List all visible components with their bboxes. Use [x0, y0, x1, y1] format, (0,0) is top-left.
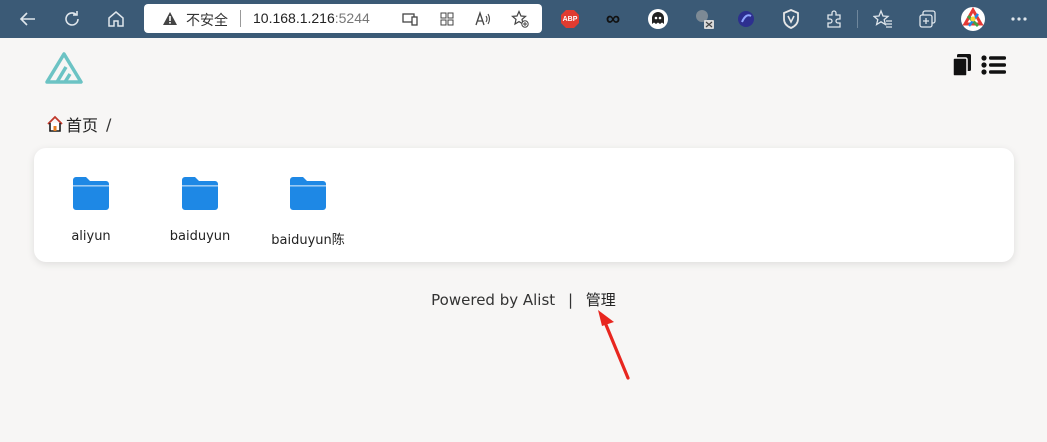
copy-icon[interactable] [952, 53, 972, 82]
folder-item[interactable]: baiduyun陈 [253, 176, 363, 248]
folder-icon [182, 177, 218, 210]
folder-name[interactable]: baiduyun陈 [253, 229, 363, 248]
abp-label: ABP [562, 15, 578, 23]
folder-icon [290, 177, 326, 210]
read-aloud-icon[interactable] [473, 9, 493, 29]
alist-logo[interactable] [45, 52, 83, 89]
url-text[interactable]: 10.168.1.216:5244 [253, 10, 370, 26]
folder-name[interactable]: aliyun [36, 229, 146, 244]
refresh-icon[interactable] [60, 7, 84, 31]
abp-icon[interactable]: ABP [558, 7, 582, 31]
tampermonkey-icon[interactable] [693, 7, 717, 31]
folder-item[interactable]: aliyun [36, 176, 146, 244]
file-list-card: aliyun baiduyun baiduyun陈 [34, 148, 1014, 262]
folder-name[interactable]: baiduyun [145, 229, 255, 244]
breadcrumb-home-link[interactable]: 首页 [66, 112, 98, 136]
home-icon[interactable] [46, 115, 64, 133]
list-view-icon[interactable] [981, 55, 1007, 80]
breadcrumb: 首页 / [46, 113, 111, 135]
collections-icon[interactable] [916, 7, 940, 31]
grid-icon[interactable] [437, 9, 457, 29]
extensions-puzzle-icon[interactable] [822, 7, 846, 31]
ghost-icon[interactable] [646, 7, 670, 31]
powered-by-link[interactable]: Powered by Alist [431, 291, 555, 309]
browser-toolbar: 不安全 10.168.1.216:5244 ABP ∞ [0, 0, 1047, 38]
url-host: 10.168.1.216 [253, 10, 335, 26]
back-arrow-icon[interactable] [16, 7, 40, 31]
url-port: :5244 [334, 10, 370, 26]
folder-item[interactable]: baiduyun [145, 176, 255, 244]
app-available-icon[interactable] [400, 9, 420, 29]
breadcrumb-separator: / [106, 114, 112, 134]
footer: Powered by Alist | 管理 [0, 289, 1047, 310]
security-label[interactable]: 不安全 [186, 10, 228, 30]
toolbar-divider [857, 10, 858, 28]
address-separator [240, 10, 241, 27]
sphere-icon[interactable] [734, 7, 758, 31]
profile-avatar-icon[interactable] [959, 5, 987, 33]
infinity-icon[interactable]: ∞ [601, 7, 625, 31]
home-icon[interactable] [104, 7, 128, 31]
annotation-arrow [598, 310, 630, 380]
more-menu-icon[interactable] [1007, 7, 1031, 31]
favorites-icon[interactable] [871, 7, 895, 31]
folder-icon [73, 177, 109, 210]
warning-icon[interactable] [162, 11, 178, 26]
footer-separator: | [567, 291, 574, 309]
add-favorite-icon[interactable] [510, 9, 530, 29]
address-bar[interactable]: 不安全 10.168.1.216:5244 [144, 4, 542, 33]
shield-icon[interactable] [779, 7, 803, 31]
